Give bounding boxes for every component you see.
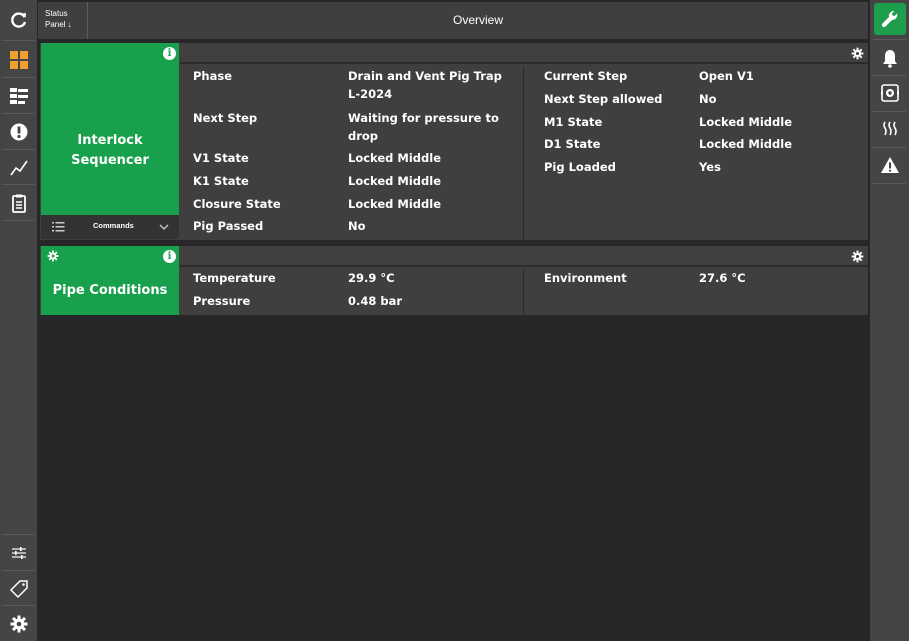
value-phase: Drain and Vent Pig Trap L-2024 (348, 69, 502, 101)
label-temperature: Temperature (193, 271, 276, 285)
list-icon (52, 222, 65, 232)
label-phase: Phase (193, 69, 233, 83)
settings-icon[interactable] (0, 606, 37, 641)
label-pressure: Pressure (193, 294, 251, 308)
interlock-sequencer-tile[interactable]: i Interlock Sequencer (41, 43, 179, 215)
bell-icon[interactable] (870, 41, 909, 75)
pipe-conditions-title: Pipe Conditions (52, 283, 168, 298)
label-v1-state: V1 State (193, 151, 249, 165)
status-line2: Panel ↓ (45, 20, 72, 29)
interlock-header-bar (180, 43, 868, 64)
value-pressure: 0.48 bar (348, 294, 403, 308)
panel-settings-icon[interactable] (851, 47, 864, 60)
alert-icon[interactable] (0, 114, 37, 149)
heating-icon[interactable] (870, 112, 909, 146)
left-rail (0, 0, 37, 641)
label-d1-state: D1 State (544, 137, 601, 151)
info-icon[interactable]: i (163, 47, 176, 60)
wrench-icon[interactable] (874, 3, 906, 35)
label-pig-passed: Pig Passed (193, 219, 264, 233)
label-pig-loaded: Pig Loaded (544, 160, 616, 174)
refresh-icon[interactable] (0, 2, 37, 37)
label-environment: Environment (544, 271, 627, 285)
camera-target-icon[interactable] (870, 76, 909, 110)
right-rail (870, 0, 909, 641)
value-m1-state: Locked Middle (699, 115, 793, 129)
value-v1-state: Locked Middle (348, 151, 442, 165)
value-closure-state: Locked Middle (348, 197, 442, 211)
commands-label: Commands (93, 221, 134, 230)
value-current-step: Open V1 (699, 69, 754, 83)
warning-icon[interactable] (870, 148, 909, 182)
page-title: Overview (452, 13, 503, 27)
value-next-step: Waiting for pressure to drop (348, 111, 499, 143)
dashboard-icon[interactable] (0, 42, 37, 77)
chevron-down-icon (159, 224, 169, 230)
label-next-step: Next Step (193, 111, 258, 125)
tag-icon[interactable] (0, 571, 37, 606)
label-current-step: Current Step (544, 69, 628, 83)
value-environment: 27.6 °C (699, 271, 746, 285)
status-panel-button[interactable]: Status Panel ↓ (38, 2, 88, 39)
label-k1-state: K1 State (193, 174, 249, 188)
value-next-step-allowed: No (699, 92, 717, 106)
value-pig-loaded: Yes (699, 160, 721, 174)
trend-icon[interactable] (0, 150, 37, 185)
sliders-icon[interactable] (0, 535, 37, 570)
gear-icon (47, 250, 59, 262)
label-m1-state: M1 State (544, 115, 603, 129)
pipe-header-bar (180, 246, 868, 267)
value-temperature: 29.9 °C (348, 271, 395, 285)
commands-dropdown[interactable]: Commands (41, 215, 179, 239)
info-icon[interactable]: i (163, 250, 176, 263)
interlock-sequencer-panel: i Interlock Sequencer Commands Phase Dra… (40, 43, 868, 240)
app-root: Status Panel ↓ Overview i Interlock Sequ… (0, 0, 909, 641)
label-next-step-allowed: Next Step allowed (544, 92, 663, 106)
value-k1-state: Locked Middle (348, 174, 442, 188)
label-closure-state: Closure State (193, 197, 281, 211)
pipe-conditions-panel: i Pipe Conditions Temperature 29.9 °C Pr… (40, 246, 868, 315)
top-bar: Status Panel ↓ Overview (38, 2, 868, 39)
tree-icon[interactable] (0, 78, 37, 113)
value-d1-state: Locked Middle (699, 137, 793, 151)
clipboard-icon[interactable] (0, 185, 37, 220)
value-pig-passed: No (348, 219, 366, 233)
status-line1: Status (45, 9, 68, 18)
panel-settings-icon[interactable] (851, 250, 864, 263)
pipe-conditions-tile[interactable]: i Pipe Conditions (41, 246, 179, 315)
interlock-title-line2: Sequencer (71, 153, 149, 168)
interlock-title-line1: Interlock (77, 133, 143, 148)
